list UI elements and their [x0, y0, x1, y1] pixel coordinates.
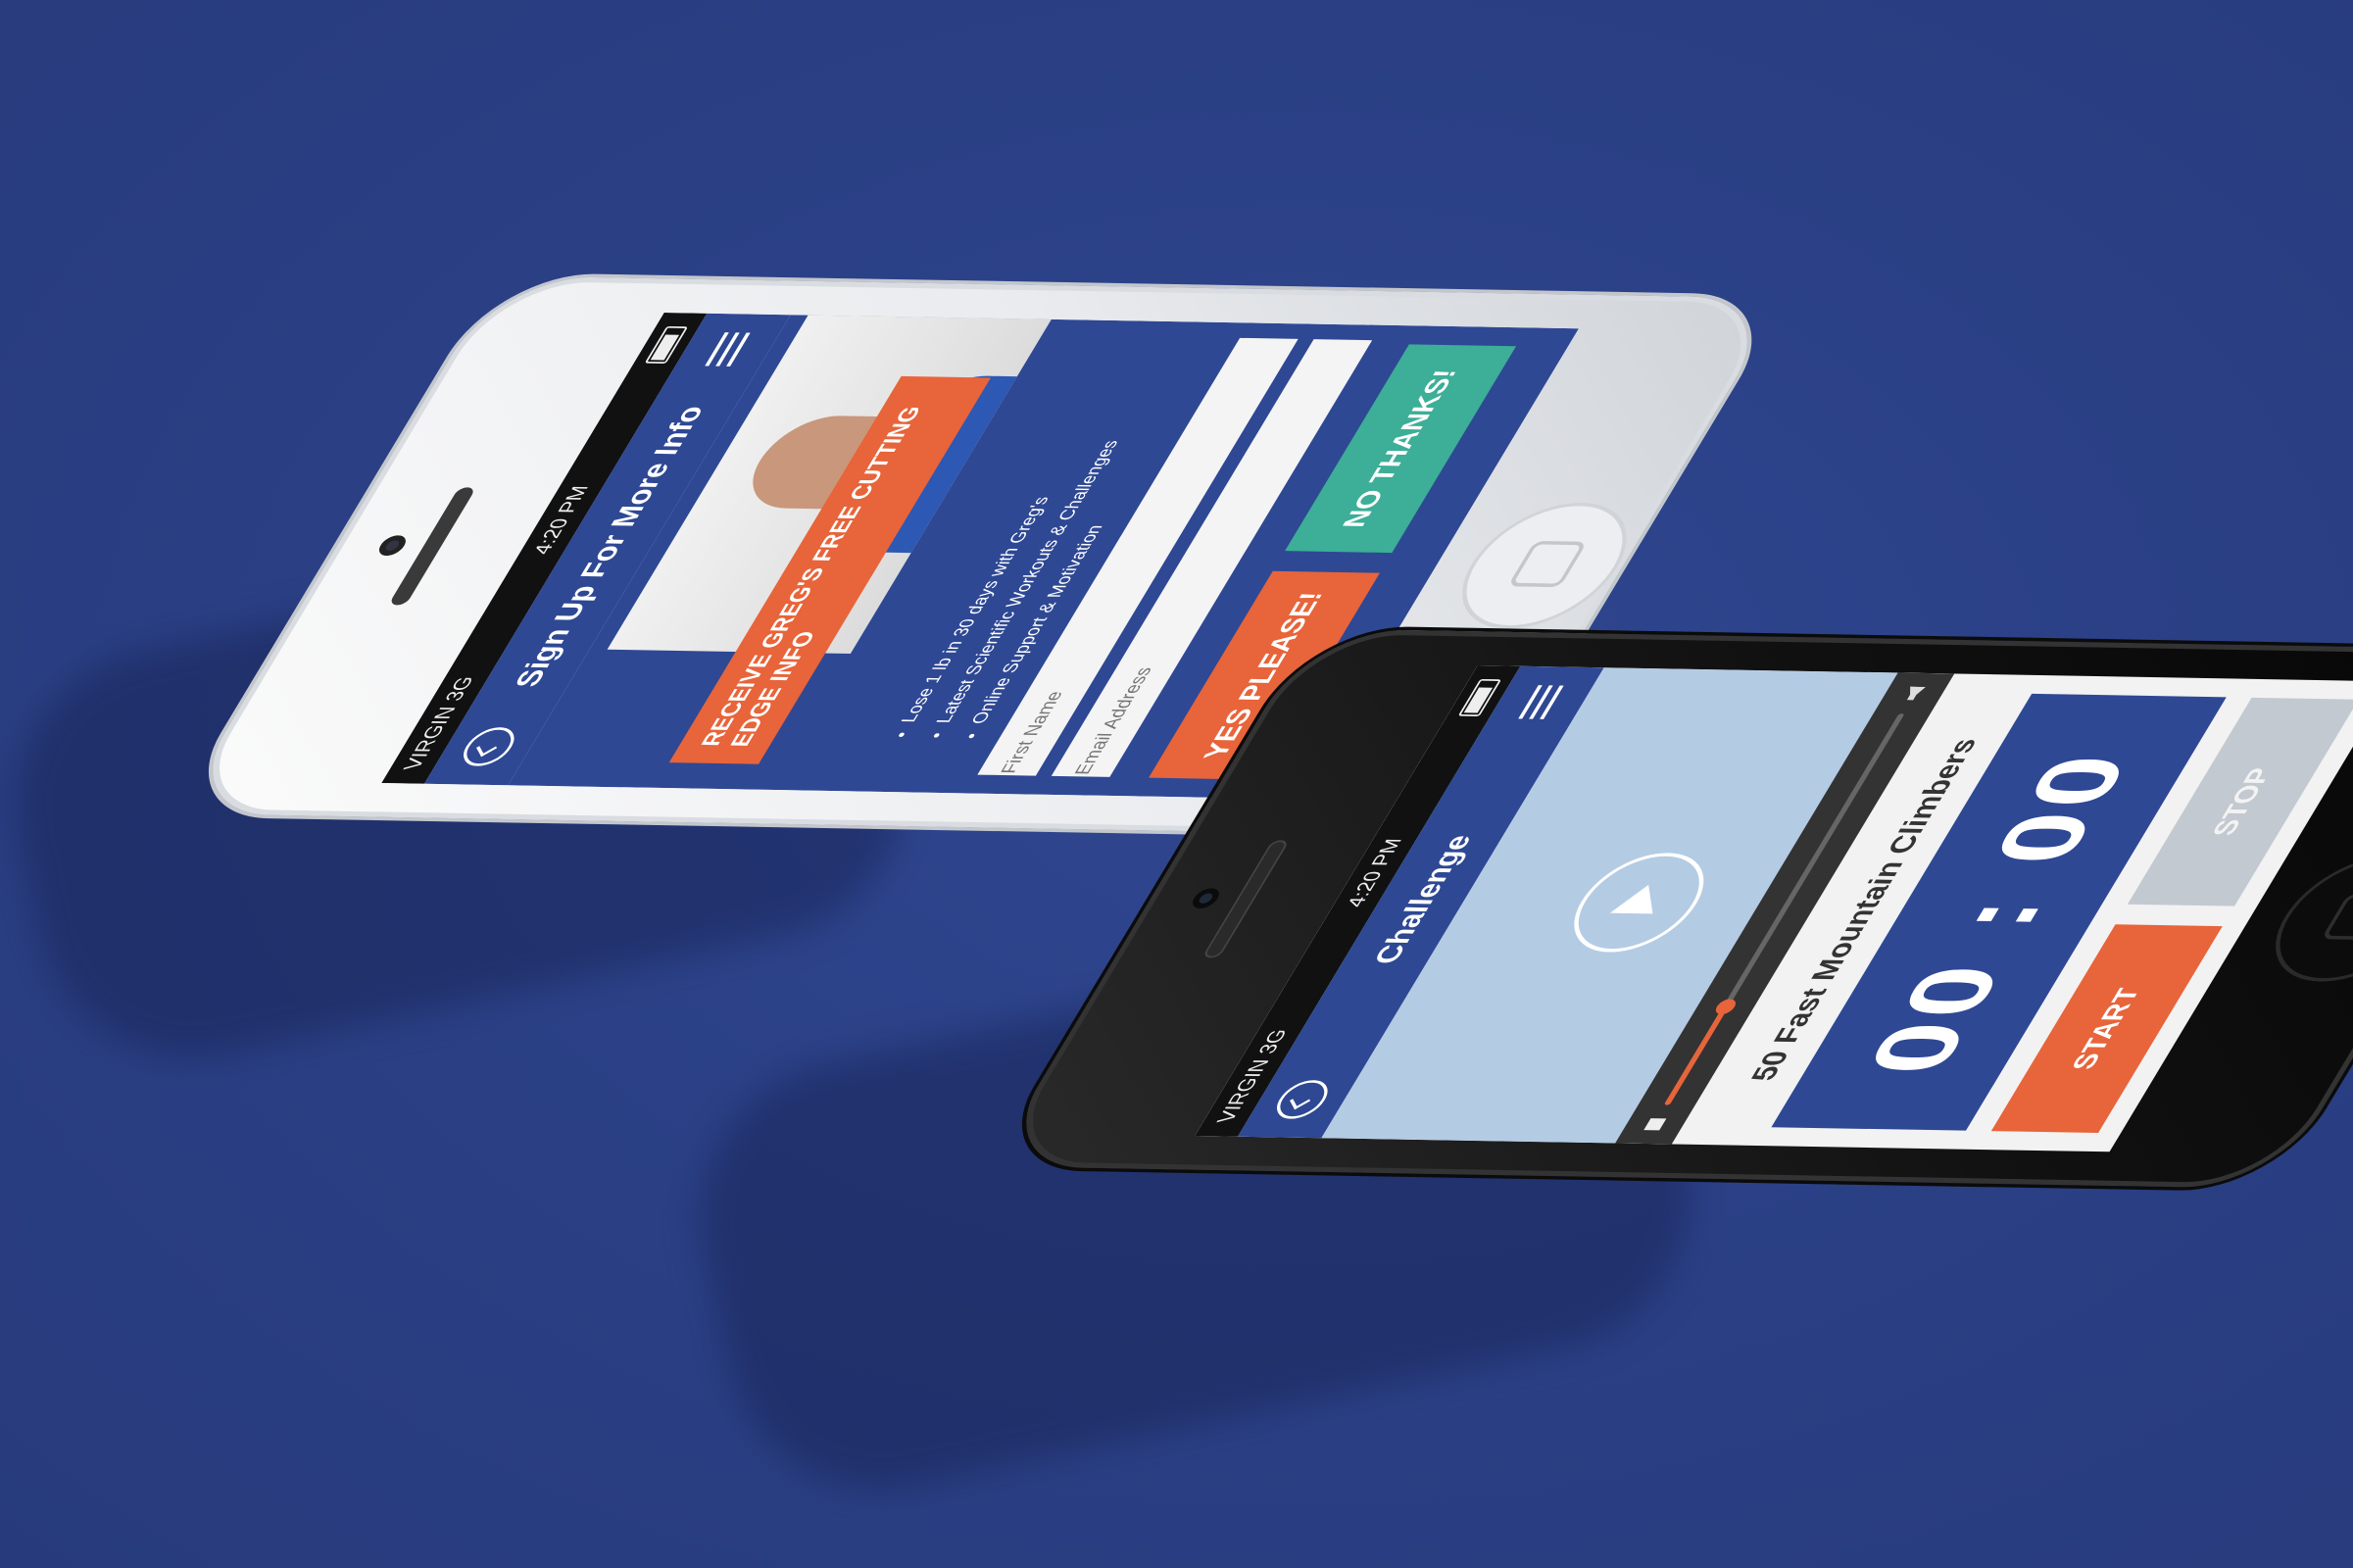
back-icon[interactable]	[455, 726, 523, 767]
home-square-icon	[2321, 893, 2353, 941]
video-progress-knob[interactable]	[1712, 999, 1740, 1015]
menu-icon[interactable]	[1518, 685, 1564, 719]
menu-icon[interactable]	[705, 332, 751, 367]
play-icon[interactable]	[1551, 852, 1727, 954]
stop-icon[interactable]	[1643, 1118, 1667, 1131]
volume-icon[interactable]	[1902, 687, 1926, 701]
home-square-icon	[1507, 540, 1588, 588]
back-icon[interactable]	[1268, 1079, 1337, 1120]
